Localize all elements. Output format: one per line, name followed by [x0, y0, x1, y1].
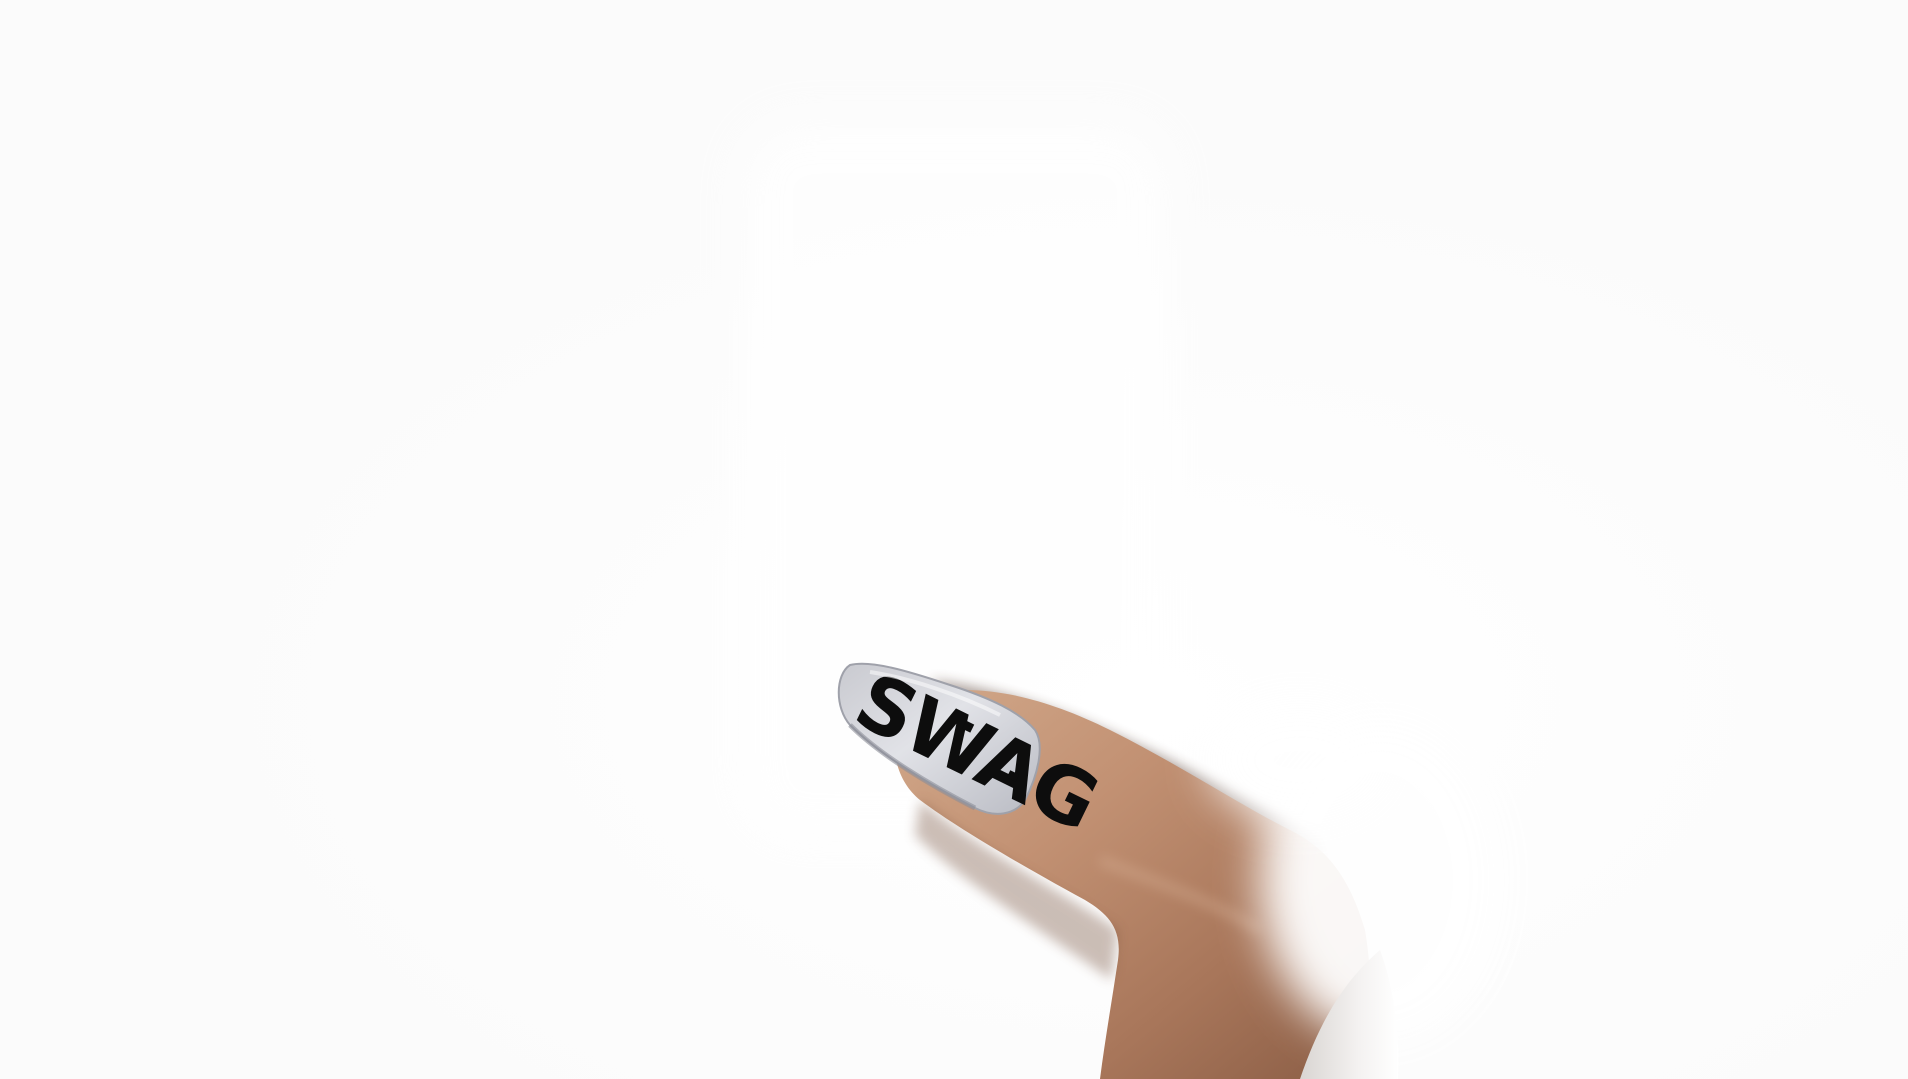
photo: SWAG — [0, 0, 1908, 1079]
photo-canvas: SWAG — [0, 0, 1908, 1079]
